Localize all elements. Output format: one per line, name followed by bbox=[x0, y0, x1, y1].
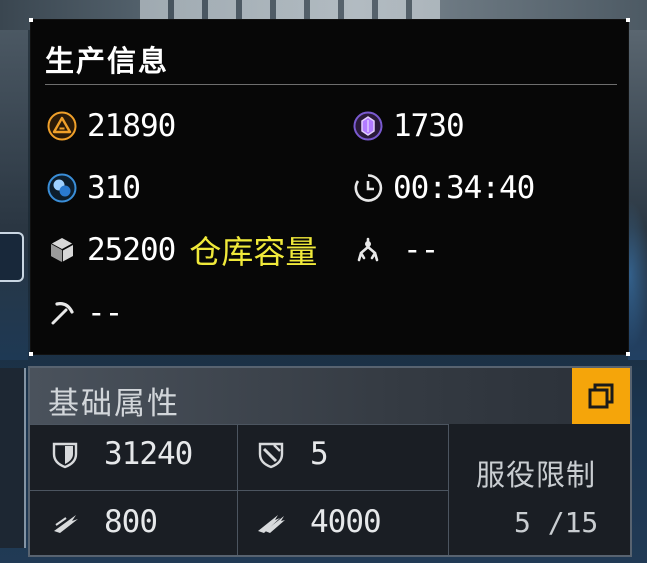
stat-value: 310 bbox=[87, 170, 141, 206]
background-left bbox=[0, 30, 28, 360]
stat-timer: 00:34:40 bbox=[351, 168, 535, 208]
stat-mining: -- bbox=[45, 293, 123, 333]
shield-slash-icon bbox=[254, 437, 288, 471]
stat-value: 21890 bbox=[87, 108, 176, 144]
corner-marker bbox=[29, 18, 33, 22]
attr-warp-speed: 4000 bbox=[254, 504, 382, 540]
stat-value: -- bbox=[87, 295, 123, 331]
corner-marker bbox=[29, 352, 33, 356]
storage-capacity-label: 仓库容量 bbox=[189, 233, 318, 271]
blue-orb-icon bbox=[45, 171, 79, 205]
attr-speed: 800 bbox=[48, 504, 158, 540]
background-left-panel bbox=[0, 368, 26, 548]
stat-alert: 21890 bbox=[45, 106, 176, 146]
cube-icon bbox=[45, 233, 79, 267]
purple-crystal-icon bbox=[351, 109, 385, 143]
title-divider bbox=[45, 84, 617, 85]
stat-storage: 25200 仓库容量 bbox=[45, 230, 318, 271]
attr-value: 800 bbox=[104, 504, 158, 540]
background-left-frame bbox=[0, 232, 24, 282]
copy-icon bbox=[588, 383, 614, 409]
alert-triangle-icon bbox=[45, 109, 79, 143]
clock-icon bbox=[351, 171, 385, 205]
speed-wing-icon bbox=[48, 505, 82, 539]
grid-divider bbox=[448, 424, 449, 555]
claw-icon bbox=[351, 233, 385, 267]
service-limit-label: 服役限制 bbox=[476, 458, 597, 492]
attr-value: 4000 bbox=[310, 504, 382, 540]
stat-value: 00:34:40 bbox=[393, 170, 535, 206]
corner-marker bbox=[626, 18, 630, 22]
attr-armor: 5 bbox=[254, 436, 329, 472]
production-info-title: 生产信息 bbox=[45, 44, 170, 78]
grid-divider bbox=[30, 424, 448, 425]
production-info-panel: 生产信息 21890 1730 310 00:34:40 25200 仓库容量 bbox=[29, 18, 630, 356]
expand-button[interactable] bbox=[572, 368, 630, 424]
stat-value: 1730 bbox=[393, 108, 465, 144]
grid-divider bbox=[237, 424, 238, 555]
stat-value: 25200 bbox=[87, 232, 176, 268]
attr-value: 31240 bbox=[104, 436, 193, 472]
attr-value: 5 bbox=[310, 436, 329, 472]
stat-value: -- bbox=[403, 232, 439, 268]
attr-durability: 31240 bbox=[48, 436, 193, 472]
attributes-header: 基础属性 bbox=[30, 368, 630, 424]
base-attributes-panel: 基础属性 31240 5 800 4000 服役限制 5 /15 bbox=[28, 366, 632, 557]
pickaxe-icon bbox=[45, 296, 79, 330]
corner-marker bbox=[626, 352, 630, 356]
grid-divider bbox=[30, 490, 448, 491]
stat-crystal: 1730 bbox=[351, 106, 465, 146]
stat-orb: 310 bbox=[45, 168, 141, 208]
stat-claw: -- bbox=[351, 230, 439, 270]
attributes-title: 基础属性 bbox=[48, 386, 180, 422]
service-limit-value: 5 /15 bbox=[514, 506, 599, 539]
shield-icon bbox=[48, 437, 82, 471]
speed-wing-double-icon bbox=[254, 505, 288, 539]
